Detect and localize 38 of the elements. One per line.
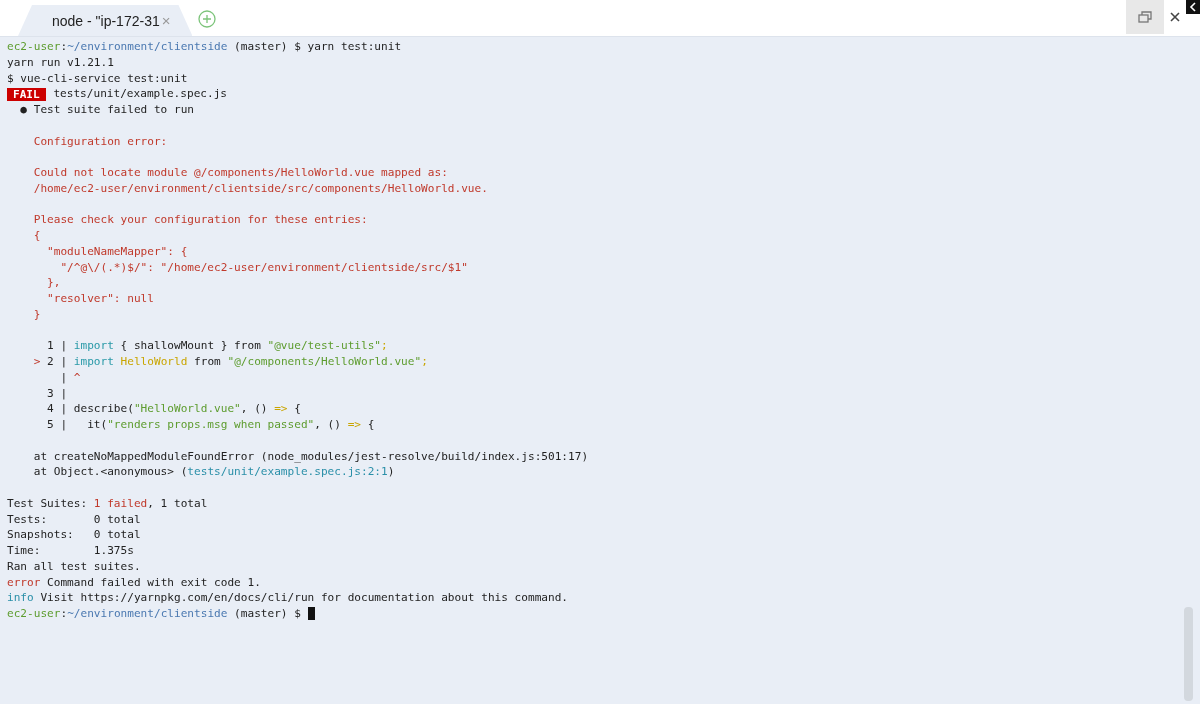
terminal-line: tests/unit/example.spec.js — [52, 86, 228, 102]
terminal-line: error Command failed with exit code 1. — [7, 574, 261, 591]
terminal-line: Time: 1.375s — [7, 543, 134, 559]
terminal-line: at createNoMappedModuleFoundError (node_modules/jest-resolve/build/index.js:501:17) — [32, 448, 589, 465]
terminal-line: yarn run v1.21.1 — [7, 54, 114, 71]
terminal-line: 3 | — [46, 385, 68, 402]
terminal-line: 4 | describe("HelloWorld.vue", () => { — [46, 401, 301, 417]
fail-badge: FAIL — [7, 87, 46, 101]
terminal-line: /home/ec2-user/environment/clientside/src/components/HelloWorld.vue. — [32, 180, 488, 197]
terminal-line: Configuration error: — [32, 133, 168, 150]
terminal-line: "moduleNameMapper": { — [46, 243, 188, 260]
add-icon[interactable] — [198, 10, 217, 28]
shell-prompt: ec2-user:~/environment/clientside (master) $ — [7, 606, 302, 622]
terminal-line: ec2-user:~/environment/clientside (master) $ yarn test:unit — [7, 39, 402, 55]
terminal-line: "resolver": null — [46, 291, 154, 307]
terminal-line: Snapshots: 0 total — [7, 527, 141, 543]
chevron-left-icon[interactable] — [1186, 0, 1200, 14]
terminal-line: > 2 | import HelloWorld from "@/components/HelloWorld.vue"; — [32, 354, 428, 370]
terminal-line: }, — [46, 275, 61, 291]
terminal-line: $ vue-cli-service test:unit — [7, 70, 188, 87]
terminal-line: Tests: 0 total — [7, 511, 141, 528]
terminal-line: ● Test suite failed to run — [19, 102, 194, 118]
terminal-line: Ran all test suites. — [7, 558, 141, 575]
terminal-line: at Object.<anonymous> (tests/unit/example.spec.js:2:1) — [32, 464, 395, 480]
restore-icon — [1138, 11, 1152, 23]
terminal-line: | ^ — [59, 369, 81, 386]
terminal-line: "/^@\/(.*)$/": "/home/ec2-user/environment/clientside/src/$1" — [59, 259, 468, 276]
terminal-line: Test Suites: 1 failed, 1 total — [7, 495, 208, 512]
terminal-line: Please check your configuration for these entries: — [32, 212, 368, 228]
terminal-line: Could not locate module @/components/HelloWorld.vue mapped as: — [32, 165, 448, 181]
terminal-tab[interactable]: node - "ip-172-31× — [18, 5, 193, 36]
terminal-line: } — [32, 306, 41, 323]
terminal-line: { — [32, 228, 41, 244]
close-icon — [1170, 12, 1180, 22]
scrollbar[interactable] — [1184, 607, 1193, 701]
terminal-line: 1 | import { shallowMount } from "@vue/test-utils"; — [46, 338, 388, 354]
terminal-line: info Visit https://yarnpkg.com/en/docs/cli/run for documentation about this command. — [7, 590, 569, 606]
terminal-line: 5 | it("renders props.msg when passed", () => { — [46, 417, 375, 433]
